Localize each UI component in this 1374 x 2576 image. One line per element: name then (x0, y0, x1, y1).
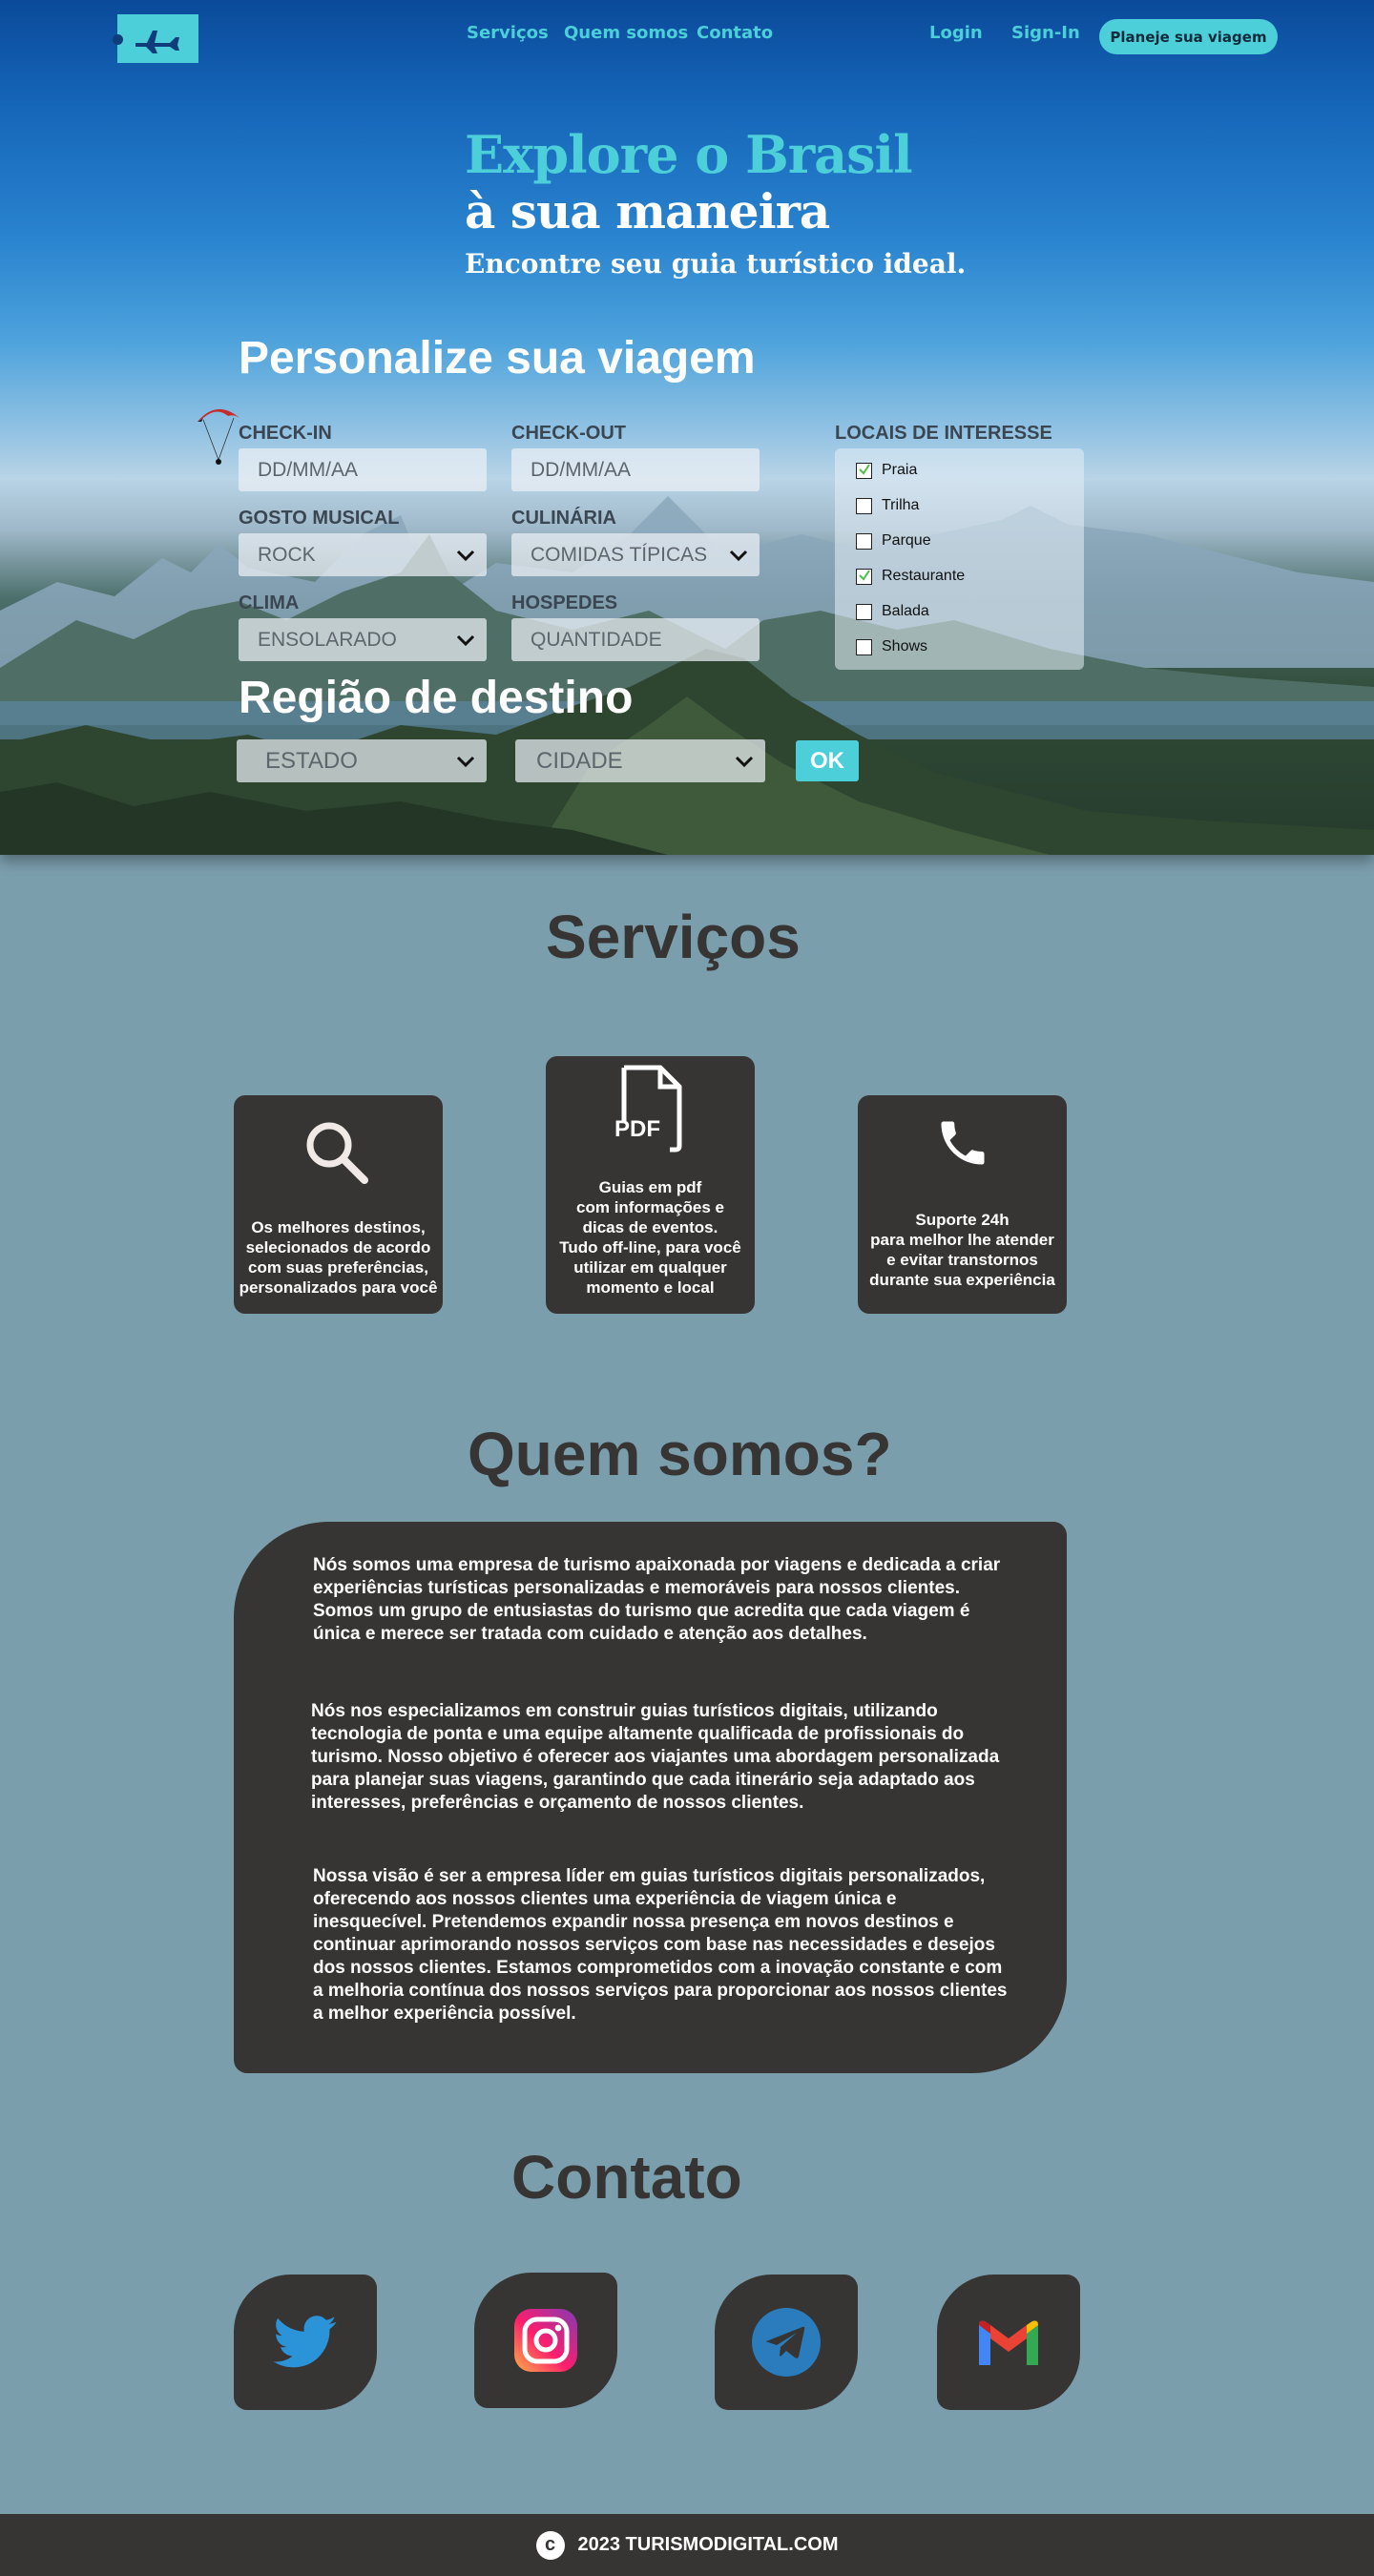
hero-section: Serviços Quem somos Contato Login Sign-I… (0, 0, 1374, 855)
copyright-icon: c (535, 2530, 565, 2560)
city-select[interactable]: CIDADE (515, 739, 765, 782)
interest-label: Shows (882, 638, 928, 654)
about-card: Nós somos uma empresa de turismo apaixon… (234, 1522, 1067, 2073)
check-icon (859, 569, 870, 581)
service-text: Guias em pdf com informações e dicas de … (559, 1178, 741, 1297)
plan-trip-button[interactable]: Planeje sua viagem (1099, 19, 1278, 54)
food-select[interactable]: COMIDAS TÍPICAS (511, 533, 760, 576)
footer: c 2023 TURISMODIGITAL.COM (0, 2514, 1374, 2576)
checkin-input[interactable]: DD/MM/AA (239, 448, 487, 491)
service-card-destinations: Os melhores destinos, selecionados de ac… (234, 1095, 443, 1314)
search-icon (306, 1122, 368, 1184)
instagram-link[interactable] (474, 2273, 617, 2408)
about-paragraph: Nós somos uma empresa de turismo apaixon… (313, 1555, 1001, 1644)
service-text: Os melhores destinos, selecionados de ac… (239, 1218, 438, 1297)
about-paragraph: Nossa visão é ser a empresa líder em gui… (313, 1866, 1008, 2024)
checkbox[interactable] (856, 532, 872, 550)
music-selected-value: ROCK (258, 543, 316, 566)
guests-placeholder: QUANTIDADE (531, 628, 662, 651)
contact-title: Contato (511, 2143, 742, 2212)
checkbox-checked[interactable] (856, 568, 872, 585)
nav-link-quem-somos[interactable]: Quem somos (564, 23, 688, 43)
climate-selected-value: ENSOLARADO (258, 628, 397, 651)
service-card-support: Suporte 24h para melhor lhe atender e ev… (858, 1095, 1067, 1314)
climate-label: CLIMA (239, 592, 300, 613)
service-text: Suporte 24h para melhor lhe atender e ev… (869, 1211, 1055, 1289)
signin-link[interactable]: Sign-In (1011, 23, 1080, 43)
logo[interactable] (113, 14, 198, 63)
interest-restaurante[interactable]: Restaurante (856, 568, 965, 585)
form-title: Personalize sua viagem (239, 333, 756, 384)
hero-title-line2: à sua maneira (465, 183, 830, 239)
ok-button[interactable]: OK (796, 740, 859, 781)
checkbox[interactable] (856, 497, 872, 514)
checkbox-checked[interactable] (856, 462, 872, 479)
music-select[interactable]: ROCK (239, 533, 487, 576)
footer-text: 2023 TURISMODIGITAL.COM (577, 2534, 839, 2555)
state-selected-value: ESTADO (265, 747, 358, 774)
interest-label: Trilha (882, 497, 920, 513)
interest-label: Parque (882, 532, 931, 549)
food-label: CULINÁRIA (511, 508, 616, 529)
checkin-placeholder: DD/MM/AA (258, 458, 358, 481)
chevron-down-icon (456, 756, 475, 768)
city-selected-value: CIDADE (536, 747, 623, 774)
region-title: Região de destino (239, 673, 634, 723)
checkbox[interactable] (856, 603, 872, 620)
checkout-input[interactable]: DD/MM/AA (511, 448, 760, 491)
nav-link-servicos[interactable]: Serviços (467, 23, 549, 43)
telegram-link[interactable] (715, 2275, 858, 2410)
interests-panel: Praia Trilha Parque Restaurante Balada S… (835, 448, 1084, 670)
interest-label: Balada (882, 603, 929, 619)
interest-label: Restaurante (882, 568, 966, 584)
pdf-icon-label: PDF (614, 1116, 660, 1142)
interest-praia[interactable]: Praia (856, 462, 917, 479)
about-paragraph: Nós nos especializamos em construir guia… (311, 1701, 1000, 1813)
check-icon (859, 463, 870, 475)
interest-balada[interactable]: Balada (856, 603, 929, 620)
airplane-icon (135, 30, 179, 53)
phone-icon (941, 1121, 985, 1165)
twitter-icon (273, 2316, 337, 2368)
hero-title: Explore o Brasil (465, 124, 913, 185)
interests-label: LOCAIS DE INTERESSE (835, 423, 1052, 444)
guests-input[interactable]: QUANTIDADE (511, 618, 760, 661)
paraglider-icon (198, 408, 239, 465)
chevron-down-icon (456, 634, 475, 647)
interest-shows[interactable]: Shows (856, 638, 927, 655)
login-link[interactable]: Login (929, 23, 983, 43)
interest-trilha[interactable]: Trilha (856, 497, 919, 514)
checkbox[interactable] (856, 638, 872, 655)
checkin-label: CHECK-IN (239, 423, 332, 444)
climate-select[interactable]: ENSOLARADO (239, 618, 487, 661)
checkout-placeholder: DD/MM/AA (531, 458, 631, 481)
chevron-down-icon (729, 550, 748, 562)
hero-subtitle: Encontre seu guia turístico ideal. (465, 248, 967, 280)
music-label: GOSTO MUSICAL (239, 508, 400, 529)
instagram-icon (514, 2309, 577, 2372)
food-selected-value: COMIDAS TÍPICAS (531, 543, 708, 566)
logo-dot (113, 34, 123, 45)
chevron-down-icon (735, 756, 754, 768)
service-card-pdf: PDF Guias em pdf com informações e dicas… (546, 1056, 755, 1314)
checkout-label: CHECK-OUT (511, 423, 626, 444)
interest-parque[interactable]: Parque (856, 532, 931, 550)
interest-label: Praia (882, 462, 918, 478)
services-title: Serviços (546, 903, 801, 971)
state-select[interactable]: ESTADO (237, 739, 487, 782)
about-title: Quem somos? (468, 1420, 892, 1488)
gmail-icon (979, 2320, 1038, 2365)
guests-label: HOSPEDES (511, 592, 618, 613)
gmail-link[interactable] (937, 2275, 1080, 2410)
twitter-link[interactable] (234, 2275, 377, 2410)
nav-link-contato[interactable]: Contato (697, 23, 773, 43)
chevron-down-icon (456, 550, 475, 562)
telegram-icon (752, 2308, 821, 2377)
